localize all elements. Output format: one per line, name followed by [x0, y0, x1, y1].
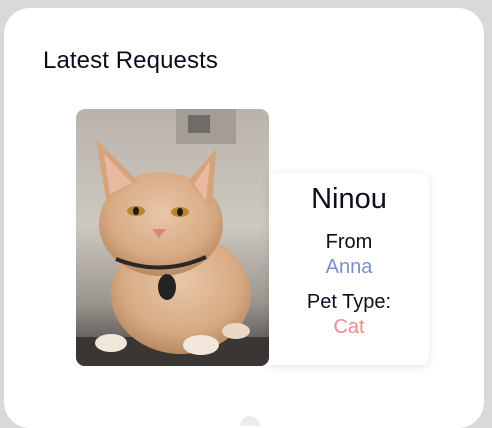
- pet-name: Ninou: [311, 183, 387, 215]
- requests-sheet: Latest Requests Ninou From Anna Pet Type…: [4, 8, 484, 428]
- next-card-peek: [240, 416, 260, 426]
- from-label: From: [325, 231, 373, 253]
- request-card[interactable]: Ninou From Anna Pet Type: Cat: [76, 109, 432, 367]
- pet-type-value: Cat: [333, 316, 365, 338]
- section-title: Latest Requests: [43, 47, 218, 74]
- request-info-panel: Ninou From Anna Pet Type: Cat: [269, 173, 429, 365]
- owner-name[interactable]: Anna: [269, 256, 429, 279]
- pet-type-label: Pet Type:: [306, 291, 392, 313]
- pet-photo: [76, 109, 269, 366]
